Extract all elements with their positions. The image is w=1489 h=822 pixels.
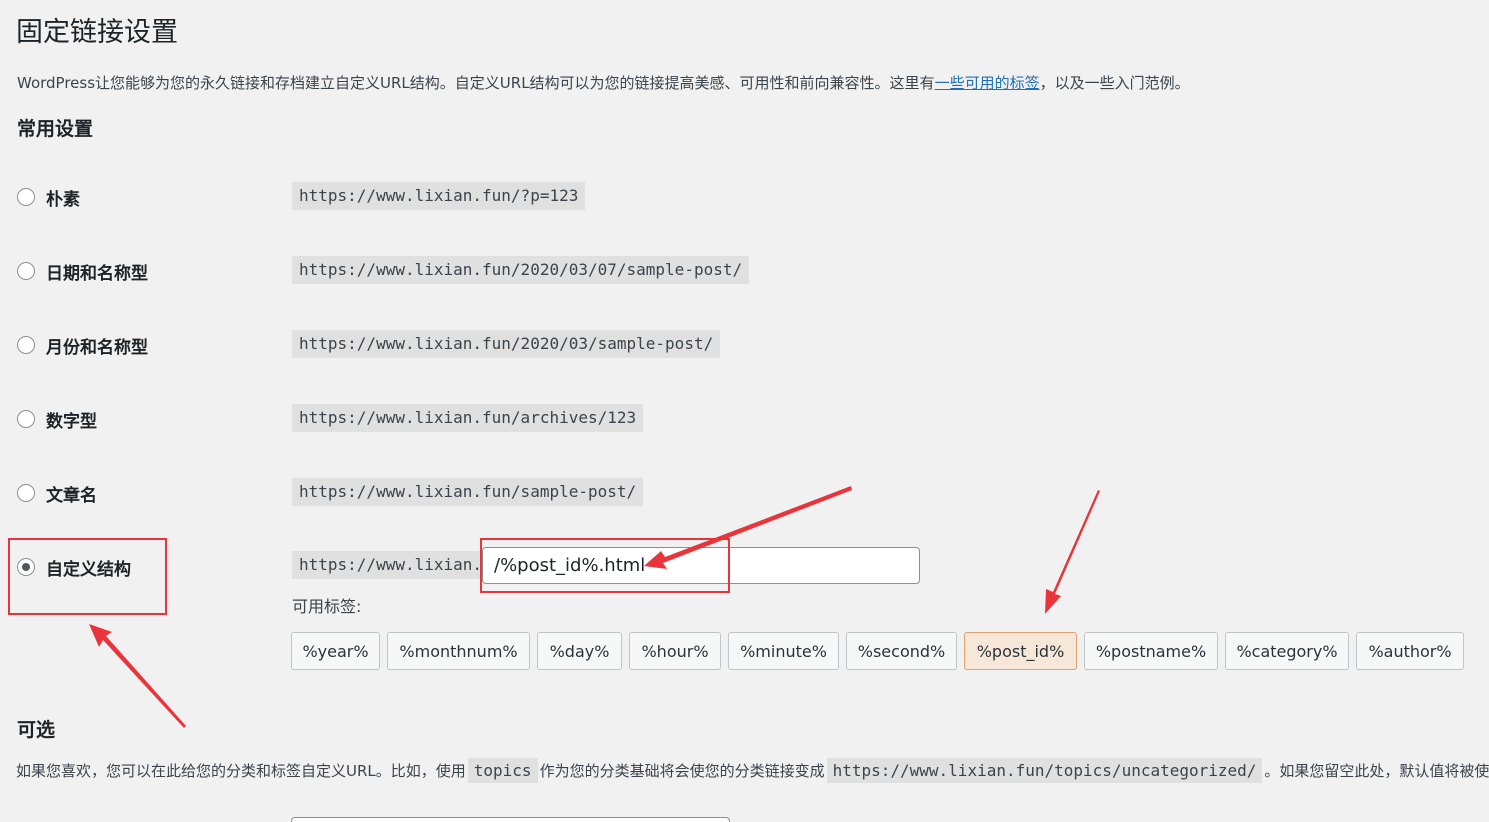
option-label: 数字型 [46, 411, 97, 432]
radio-post-name[interactable] [17, 484, 35, 502]
optional-desc-part: 如果您喜欢，您可以在此给您的分类和标签自定义URL。比如，使用 [16, 762, 466, 780]
radio-plain[interactable] [17, 188, 35, 206]
custom-structure-input[interactable] [482, 547, 920, 584]
example-url: https://www.lixian.fun/2020/03/07/sample… [292, 256, 750, 284]
option-month-name[interactable]: 月份和名称型 [17, 333, 148, 358]
radio-day-name[interactable] [17, 262, 35, 280]
intro-text-after: ，以及一些入门范例。 [1039, 74, 1190, 92]
annotation-arrows [89, 486, 1100, 728]
tag-second-button[interactable]: %second% [846, 632, 957, 670]
page-title: 固定链接设置 [16, 17, 178, 48]
tag-postname-button[interactable]: %postname% [1084, 632, 1218, 670]
available-tags-group: %year% %monthnum% %day% %hour% %minute% … [291, 632, 1464, 670]
available-tags-link[interactable]: 一些可用的标签 [935, 74, 1040, 92]
radio-custom-structure[interactable] [17, 558, 35, 576]
option-label: 月份和名称型 [46, 337, 148, 358]
tag-hour-button[interactable]: %hour% [629, 632, 721, 670]
tag-day-button[interactable]: %day% [537, 632, 622, 670]
option-label: 朴素 [46, 189, 80, 210]
tag-post-id-button[interactable]: %post_id% [964, 632, 1077, 670]
arrow-to-custom-radio-icon [89, 624, 186, 728]
intro-text: WordPress让您能够为您的永久链接和存档建立自定义URL结构。自定义URL… [17, 72, 1190, 93]
radio-numeric[interactable] [17, 410, 35, 428]
option-post-name[interactable]: 文章名 [17, 481, 97, 506]
common-settings-heading: 常用设置 [17, 118, 94, 140]
permalink-settings-page: 固定链接设置 WordPress让您能够为您的永久链接和存档建立自定义URL结构… [0, 0, 1489, 822]
option-day-name[interactable]: 日期和名称型 [17, 259, 148, 284]
option-label: 自定义结构 [46, 559, 131, 580]
optional-desc-part: 作为您的分类基础将会使您的分类链接变成 [539, 762, 825, 780]
tag-minute-button[interactable]: %minute% [728, 632, 839, 670]
optional-desc-part: 。如果您留空此处，默认值将被使用 [1264, 762, 1489, 780]
optional-heading: 可选 [17, 719, 56, 741]
option-label: 日期和名称型 [46, 263, 148, 284]
example-url: https://www.lixian.fun/?p=123 [292, 182, 586, 210]
inline-code-topics: topics [467, 758, 538, 783]
option-custom-structure[interactable]: 自定义结构 [17, 555, 131, 580]
option-label: 文章名 [46, 485, 97, 506]
intro-text-before: WordPress让您能够为您的永久链接和存档建立自定义URL结构。自定义URL… [17, 74, 935, 92]
inline-code-category-url: https://www.lixian.fun/topics/uncategori… [826, 758, 1263, 783]
radio-month-name[interactable] [17, 336, 35, 354]
example-url: https://www.lixian.fun/archives/123 [292, 404, 644, 432]
tag-monthnum-button[interactable]: %monthnum% [387, 632, 530, 670]
tag-category-button[interactable]: %category% [1225, 632, 1349, 670]
tag-author-button[interactable]: %author% [1356, 632, 1464, 670]
example-url: https://www.lixian.fun/2020/03/sample-po… [292, 330, 721, 358]
category-base-input[interactable] [291, 817, 730, 822]
arrow-to-post-id-tag-icon [1045, 490, 1100, 614]
optional-description: 如果您喜欢，您可以在此给您的分类和标签自定义URL。比如，使用 topics 作… [16, 758, 1489, 783]
example-url: https://www.lixian.fun/sample-post/ [292, 478, 644, 506]
option-numeric[interactable]: 数字型 [17, 407, 97, 432]
tag-year-button[interactable]: %year% [291, 632, 380, 670]
option-plain[interactable]: 朴素 [17, 185, 80, 210]
available-tags-label: 可用标签: [292, 597, 362, 616]
